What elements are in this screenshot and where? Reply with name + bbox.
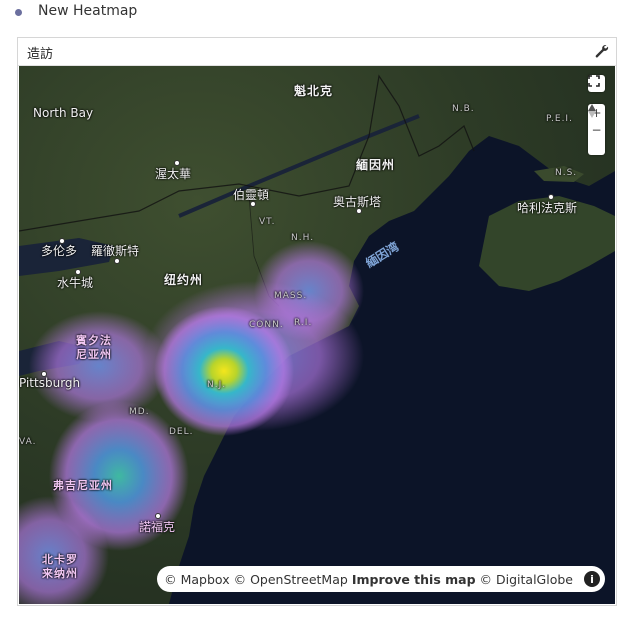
label-va: VA. — [19, 437, 37, 447]
label-nj: N.J. — [207, 380, 227, 390]
label-north-carolina: 北卡罗 来纳州 — [42, 553, 78, 580]
label-north-bay: North Bay — [33, 106, 94, 120]
map-attribution: © Mapbox © OpenStreetMap Improve this ma… — [157, 566, 605, 592]
panel-header: 造訪 — [18, 38, 616, 66]
heatmap-panel: 造訪 North Bay 魁北克 N.B. P.E.I. N.S. 渥太華 緬因… — [17, 37, 617, 606]
label-virginia: 弗吉尼亚州 — [53, 479, 113, 492]
zoom-out-button[interactable]: − — [588, 121, 605, 138]
label-pittsburgh: Pittsburgh — [19, 376, 81, 390]
city-dot — [548, 194, 554, 200]
attribution-osm-link[interactable]: © OpenStreetMap — [234, 572, 348, 587]
section-title: New Heatmap — [38, 3, 138, 19]
city-dot — [114, 258, 120, 264]
city-dot — [174, 160, 180, 166]
label-rochester: 羅徹斯特 — [91, 244, 140, 258]
label-vt: VT. — [259, 217, 276, 227]
city-dot — [75, 269, 81, 275]
attribution-mapbox-link[interactable]: © Mapbox — [164, 572, 229, 587]
section-bullet — [15, 9, 22, 16]
label-norfolk: 諾福克 — [139, 520, 176, 534]
city-dot — [59, 238, 65, 244]
heatmap-map[interactable]: North Bay 魁北克 N.B. P.E.I. N.S. 渥太華 緬因州 伯… — [19, 66, 615, 604]
label-md: MD. — [129, 407, 150, 417]
fullscreen-control — [588, 75, 605, 92]
label-mass: MASS. — [274, 291, 308, 301]
label-new-york: 纽约州 — [164, 273, 204, 287]
improve-map-link[interactable]: Improve this map — [352, 572, 476, 587]
city-dot — [155, 513, 161, 519]
label-ri: R.I. — [294, 318, 313, 328]
label-del: DEL. — [169, 427, 194, 437]
city-dot — [356, 208, 362, 214]
panel-title: 造訪 — [27, 47, 54, 62]
label-toronto: 多伦多 — [41, 244, 78, 258]
compass-icon[interactable] — [588, 104, 605, 155]
label-pei: P.E.I. — [546, 114, 573, 124]
label-maine: 緬因州 — [356, 158, 396, 172]
fullscreen-icon[interactable] — [588, 75, 605, 92]
city-dot — [250, 201, 256, 207]
label-ns: N.S. — [555, 168, 578, 178]
info-icon[interactable]: i — [584, 571, 600, 587]
attribution-digitalglobe-link[interactable]: © DigitalGlobe — [480, 572, 573, 587]
label-nh: N.H. — [291, 233, 315, 243]
label-halifax: 哈利法克斯 — [517, 201, 578, 215]
label-nb: N.B. — [452, 104, 475, 114]
wrench-icon[interactable] — [593, 43, 609, 59]
section-header: New Heatmap — [0, 0, 637, 26]
label-quebec: 魁北克 — [294, 84, 334, 98]
label-ottawa: 渥太華 — [155, 167, 192, 181]
label-conn: CONN. — [249, 320, 284, 330]
label-buffalo: 水牛城 — [57, 276, 94, 290]
zoom-control: + − — [588, 104, 605, 155]
city-dot — [41, 371, 47, 377]
label-pennsylvania: 賓夕法 尼亚州 — [76, 334, 112, 361]
